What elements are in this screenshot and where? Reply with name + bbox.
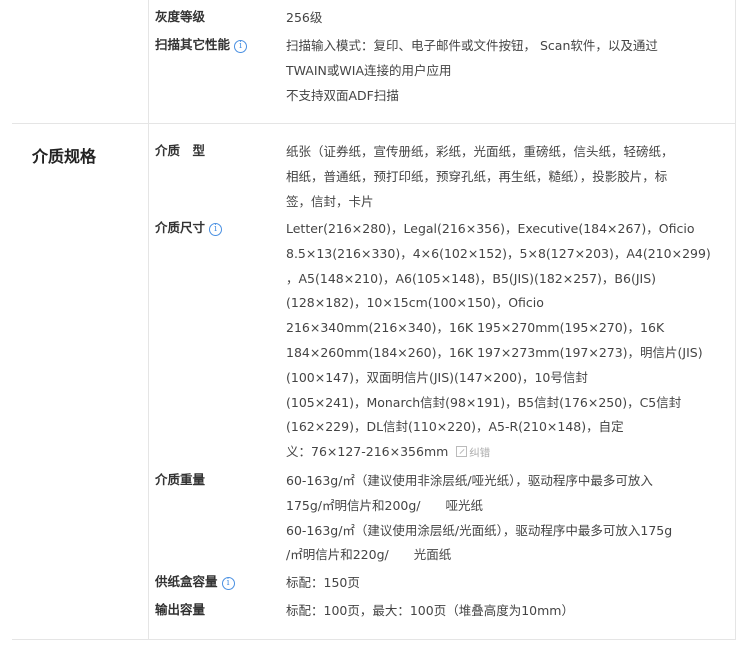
section-title-media: 介质规格 (32, 147, 97, 166)
edit-icon (456, 446, 468, 458)
spec-value: 256级 (286, 10, 323, 25)
spec-value: 扫描输入模式：复印、电子邮件或文件按钮， Scan软件，以及通过 TWAIN或W… (286, 38, 658, 103)
spec-key: 介质 型 (155, 143, 206, 158)
spec-value: 60-163g/㎡（建议使用非涂层纸/哑光纸），驱动程序中最多可放入 175g/… (286, 473, 673, 563)
spec-value: 标配：100页，最大：100页（堆叠高度为10mm） (286, 603, 574, 618)
table-right-border (735, 0, 736, 640)
spec-key: 供纸盒容量 i (155, 571, 275, 590)
info-icon[interactable]: i (221, 577, 235, 590)
table-bottom-border (12, 639, 736, 640)
column-divider (148, 0, 149, 640)
spec-key: 介质尺寸 i (155, 217, 275, 236)
section-divider (12, 123, 736, 124)
spec-key: 扫描其它性能 i (155, 34, 275, 53)
spec-value: 纸张（证券纸，宣传册纸，彩纸，光面纸，重磅纸，信头纸，轻磅纸， 相纸，普通纸，预… (286, 144, 674, 209)
spec-value: Letter(216×280)，Legal(216×356)，Executive… (286, 217, 716, 466)
spec-key: 介质重量 (155, 472, 206, 487)
spec-value: 标配：150页 (286, 575, 360, 590)
error-report-link[interactable]: 纠错 (456, 441, 490, 466)
spec-key: 输出容量 (155, 602, 206, 617)
info-icon[interactable]: i (234, 40, 248, 53)
info-icon[interactable]: i (209, 223, 223, 236)
spec-key: 灰度等级 (155, 9, 206, 24)
